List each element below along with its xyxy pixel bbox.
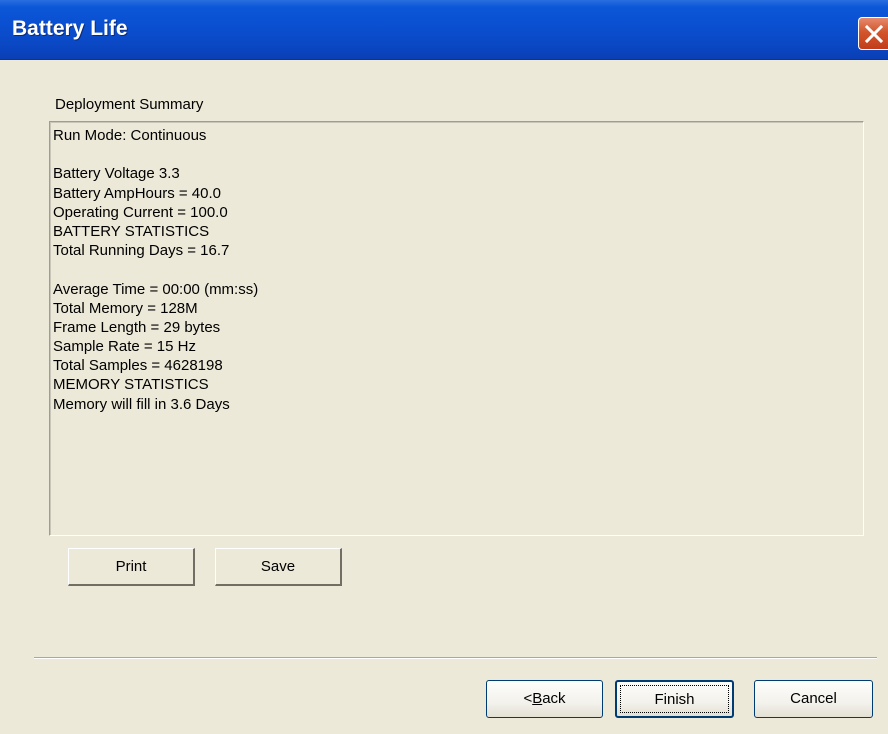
summary-line <box>53 145 258 164</box>
save-button-label: Save <box>260 558 296 575</box>
cancel-button[interactable]: Cancel <box>754 680 873 718</box>
print-button[interactable]: Print <box>68 548 195 586</box>
summary-line: Run Mode: Continuous <box>53 127 207 144</box>
close-icon <box>864 24 884 44</box>
summary-line: Frame Length = 29 bytes <box>53 318 221 336</box>
summary-line: Total Samples = 4628198 <box>53 357 223 375</box>
summary-line: Memory will fill in 3.6 Days <box>53 395 230 413</box>
print-button-label: Print <box>115 558 147 575</box>
summary-line: Battery Voltage 3.3 <box>53 165 180 183</box>
summary-line: MEMORY STATISTICS <box>53 376 209 394</box>
summary-line: BATTERY STATISTICS <box>53 222 210 240</box>
window-title: Battery Life <box>12 17 128 40</box>
cancel-button-label: Cancel <box>790 690 837 707</box>
deployment-summary-box[interactable]: Run Mode: Continuous Battery Voltage 3.3 B… <box>49 121 864 536</box>
back-button[interactable]: < Back <box>486 680 603 718</box>
deployment-summary-label: Deployment Summary <box>55 96 204 113</box>
summary-line: Average Time = 00:00 (mm:ss) <box>53 280 259 298</box>
summary-line: Operating Current = 100.0 <box>53 203 228 221</box>
summary-line: Total Memory = 128M <box>53 299 198 317</box>
close-button[interactable] <box>858 17 888 50</box>
title-bar[interactable]: Battery Life <box>0 0 888 60</box>
separator <box>34 657 877 659</box>
summary-line: Total Running Days = 16.7 <box>53 242 230 260</box>
summary-line <box>53 260 258 279</box>
summary-line: Sample Rate = 15 Hz <box>53 338 196 356</box>
summary-text: Run Mode: Continuous Battery Voltage 3.3 B… <box>53 126 258 414</box>
save-button[interactable]: Save <box>215 548 342 586</box>
focus-ring <box>620 685 729 713</box>
back-button-label: < Back <box>523 690 566 707</box>
finish-button[interactable]: Finish <box>615 680 734 718</box>
summary-line: Battery AmpHours = 40.0 <box>53 184 222 202</box>
